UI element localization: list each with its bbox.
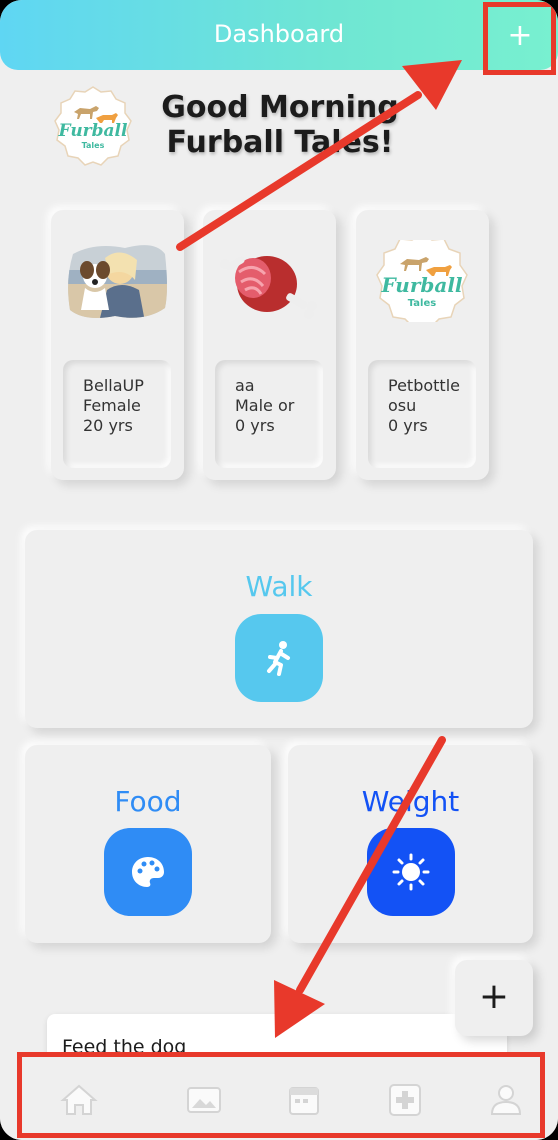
pet-name: aa xyxy=(235,376,255,395)
walk-label: Walk xyxy=(245,570,313,603)
app-header: Dashboard + xyxy=(0,0,558,70)
home-icon[interactable] xyxy=(57,1078,101,1122)
page-title: Dashboard xyxy=(213,20,345,48)
food-label: Food xyxy=(114,785,182,818)
bottom-navigation xyxy=(0,1052,558,1140)
pet-card-bellaup[interactable]: BellaUP Female 20 yrs xyxy=(51,210,184,480)
svg-text:Furball: Furball xyxy=(380,273,462,297)
food-button[interactable] xyxy=(104,828,192,916)
calendar-icon[interactable] xyxy=(282,1078,326,1122)
pet-age: 0 yrs xyxy=(388,416,428,435)
greeting-line-2: Furball Tales! xyxy=(166,125,394,160)
medical-icon[interactable] xyxy=(383,1078,427,1122)
pet-card-aa[interactable]: aa Male or 0 yrs xyxy=(203,210,336,480)
pet-info-panel: aa Male or 0 yrs xyxy=(215,360,323,468)
add-pet-button[interactable]: + xyxy=(490,8,550,68)
running-person-icon xyxy=(267,641,290,676)
pet-gender: Male or xyxy=(235,396,295,415)
pet-gender: osu xyxy=(388,396,417,415)
dog-with-owner-photo xyxy=(68,245,168,318)
palette-icon xyxy=(132,857,164,887)
sun-icon xyxy=(392,853,430,891)
food-card[interactable]: Food xyxy=(25,745,271,943)
svg-text:Tales: Tales xyxy=(408,298,436,309)
walk-button[interactable] xyxy=(235,614,323,702)
furball-tales-logo: Furball Tales xyxy=(54,86,132,166)
weight-card[interactable]: Weight xyxy=(288,745,533,943)
pet-age: 20 yrs xyxy=(83,416,133,435)
app-screen: Dashboard + Furball Tales Good Morning F… xyxy=(0,0,558,1140)
greeting-line-1: Good Morning xyxy=(161,90,399,125)
furball-tales-logo: Furball Tales xyxy=(376,240,468,322)
svg-text:Furball: Furball xyxy=(58,121,128,141)
meat-icon xyxy=(220,256,317,319)
pet-name: BellaUP xyxy=(83,376,144,395)
pet-name: Petbottle xyxy=(388,376,460,395)
gallery-icon[interactable] xyxy=(182,1078,226,1122)
pet-card-petbottle[interactable]: Furball Tales Petbottle osu 0 yrs xyxy=(356,210,489,480)
greeting-heading: Good Morning Furball Tales! xyxy=(150,90,410,160)
add-task-button[interactable]: + xyxy=(455,960,533,1036)
pet-info-panel: Petbottle osu 0 yrs xyxy=(368,360,476,468)
weight-button[interactable] xyxy=(367,828,455,916)
pet-gender: Female xyxy=(83,396,141,415)
weight-label: Weight xyxy=(361,785,460,818)
profile-icon[interactable] xyxy=(484,1078,528,1122)
pet-info-panel: BellaUP Female 20 yrs xyxy=(63,360,171,468)
svg-text:Tales: Tales xyxy=(82,141,105,150)
walk-card[interactable]: Walk xyxy=(25,530,533,728)
pet-age: 0 yrs xyxy=(235,416,275,435)
